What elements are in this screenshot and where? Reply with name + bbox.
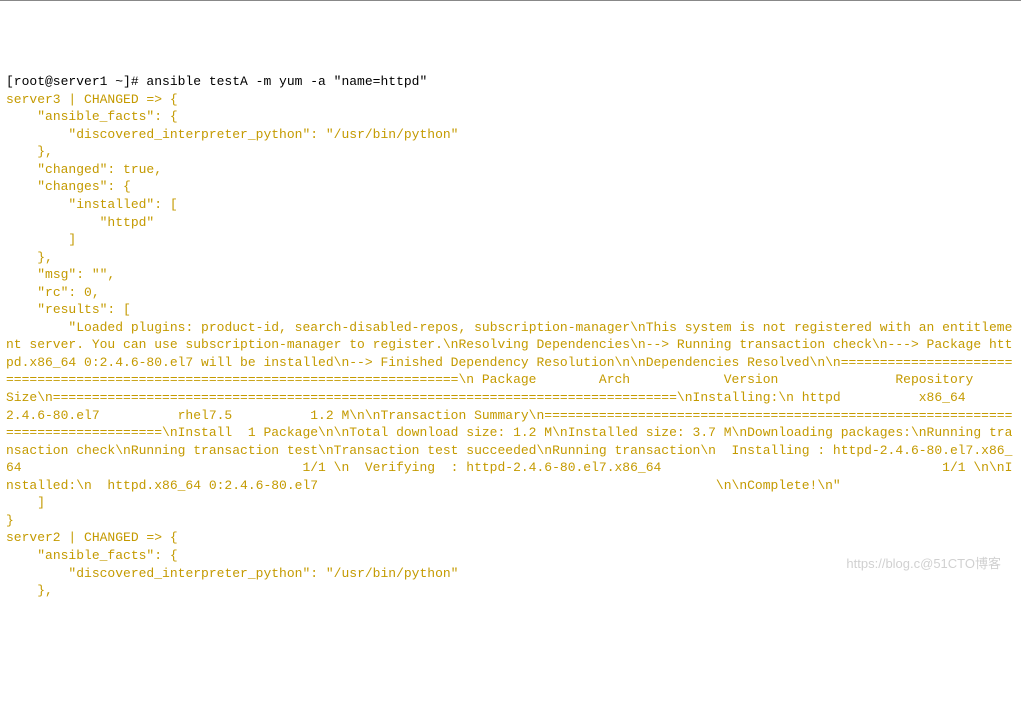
ansible-output: server3 | CHANGED => { "ansible_facts": …: [6, 91, 1015, 600]
shell-prompt: [root@server1 ~]# ansible testA -m yum -…: [6, 74, 427, 89]
watermark-text: https://blog.c@51CTO博客: [846, 555, 1001, 573]
